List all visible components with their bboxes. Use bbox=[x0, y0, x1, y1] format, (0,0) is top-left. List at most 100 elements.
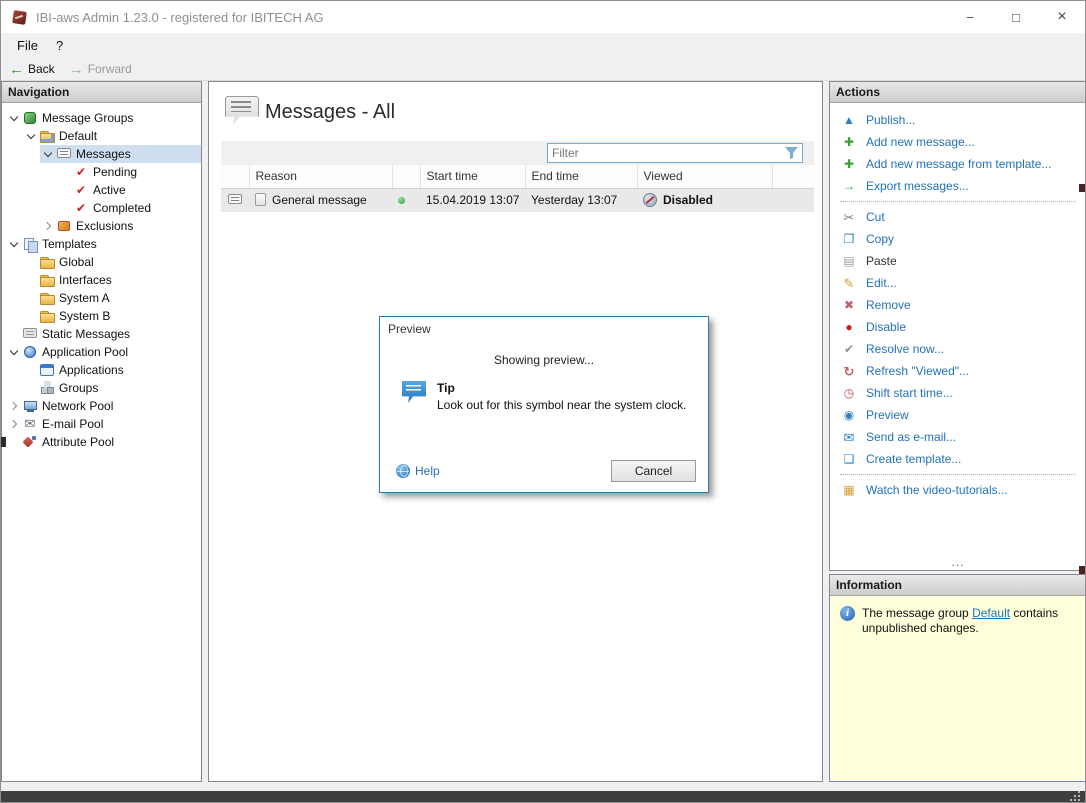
action-edit[interactable]: Edit... bbox=[830, 272, 1086, 294]
menu-help[interactable]: ? bbox=[47, 33, 72, 58]
tree-item-label: Interfaces bbox=[55, 273, 112, 287]
chevron-down-icon[interactable] bbox=[6, 236, 22, 252]
column-header-start-time[interactable]: Start time bbox=[420, 165, 525, 188]
tree-item-label: Global bbox=[55, 255, 94, 269]
back-button[interactable]: ← Back bbox=[9, 62, 55, 77]
tree-item-interfaces[interactable]: Interfaces bbox=[23, 271, 201, 289]
tree-item-label: Message Groups bbox=[38, 111, 133, 125]
action-paste[interactable]: Paste bbox=[830, 250, 1086, 272]
action-add-new-message-from-template[interactable]: Add new message from template... bbox=[830, 153, 1086, 175]
tree-item-label: System B bbox=[55, 309, 110, 323]
messages-table: Reason Start timeEnd timeViewed General m… bbox=[221, 165, 814, 212]
tree-item-e-mail-pool[interactable]: E-mail Pool bbox=[6, 415, 201, 433]
message-groups-icon bbox=[22, 110, 38, 126]
maximize-icon: □ bbox=[1012, 10, 1020, 25]
indent-spacer bbox=[57, 164, 73, 180]
video-tutorials-icon bbox=[841, 482, 857, 498]
tree-item-system-a[interactable]: System A bbox=[23, 289, 201, 307]
column-header-reason[interactable]: Reason bbox=[249, 165, 392, 188]
action-export-messages[interactable]: Export messages... bbox=[830, 175, 1086, 197]
title-bar: IBI-aws Admin 1.23.0 - registered for IB… bbox=[1, 1, 1085, 33]
tree-item-default[interactable]: Default bbox=[23, 127, 201, 145]
column-header-viewed[interactable]: Viewed bbox=[637, 165, 772, 188]
indent-spacer bbox=[23, 380, 39, 396]
column-header-blank[interactable] bbox=[221, 165, 249, 188]
chevron-down-icon[interactable] bbox=[23, 128, 39, 144]
action-add-new-message[interactable]: Add new message... bbox=[830, 131, 1086, 153]
tree-item-completed[interactable]: Completed bbox=[57, 199, 201, 217]
status-cell bbox=[392, 188, 420, 212]
action-watch-the-video-tutorials[interactable]: Watch the video-tutorials... bbox=[830, 479, 1086, 501]
add-from-template-icon bbox=[841, 156, 857, 172]
tree-item-messages[interactable]: Messages bbox=[40, 145, 201, 163]
filter-input[interactable] bbox=[552, 146, 785, 160]
tip-text: Look out for this symbol near the system… bbox=[437, 398, 686, 412]
tree-item-applications[interactable]: Applications bbox=[23, 361, 201, 379]
action-send-as-e-mail[interactable]: Send as e-mail... bbox=[830, 426, 1086, 448]
chevron-right-icon[interactable] bbox=[6, 398, 22, 414]
cancel-button[interactable]: Cancel bbox=[611, 460, 696, 482]
tree-item-pending[interactable]: Pending bbox=[57, 163, 201, 181]
filter-box bbox=[547, 143, 803, 163]
tree-item-label: E-mail Pool bbox=[38, 417, 103, 431]
tree-item-label: Default bbox=[55, 129, 97, 143]
tree-item-static-messages[interactable]: Static Messages bbox=[6, 325, 201, 343]
action-preview[interactable]: Preview bbox=[830, 404, 1086, 426]
tree-item-groups[interactable]: Groups bbox=[23, 379, 201, 397]
action-resolve-now[interactable]: Resolve now... bbox=[830, 338, 1086, 360]
tree-item-attribute-pool[interactable]: Attribute Pool bbox=[6, 433, 201, 451]
action-copy[interactable]: Copy bbox=[830, 228, 1086, 250]
action-label: Create template... bbox=[866, 452, 961, 466]
help-link[interactable]: Help bbox=[396, 464, 440, 478]
column-header-blank[interactable] bbox=[392, 165, 420, 188]
actions-overflow[interactable]: ... bbox=[830, 555, 1086, 569]
default-group-link[interactable]: Default bbox=[972, 606, 1010, 620]
chevron-right-icon[interactable] bbox=[40, 218, 56, 234]
indent-spacer bbox=[57, 182, 73, 198]
close-button[interactable]: × bbox=[1039, 1, 1085, 33]
action-create-template[interactable]: Create template... bbox=[830, 448, 1086, 470]
action-publish[interactable]: Publish... bbox=[830, 109, 1086, 131]
minimize-button[interactable]: − bbox=[947, 1, 993, 33]
menu-file[interactable]: File bbox=[8, 33, 47, 58]
tree-item-system-b[interactable]: System B bbox=[23, 307, 201, 325]
action-shift-start-time[interactable]: Shift start time... bbox=[830, 382, 1086, 404]
navigation-tree: Message Groups Default MessagesPendingActi… bbox=[2, 103, 201, 451]
action-disable[interactable]: Disable bbox=[830, 316, 1086, 338]
action-remove[interactable]: Remove bbox=[830, 294, 1086, 316]
indent-spacer bbox=[6, 326, 22, 342]
close-icon: × bbox=[1057, 8, 1066, 26]
dialog-title: Preview bbox=[380, 317, 708, 336]
chevron-down-icon[interactable] bbox=[40, 146, 56, 162]
tree-item-active[interactable]: Active bbox=[57, 181, 201, 199]
back-label: Back bbox=[28, 62, 55, 76]
maximize-button[interactable]: □ bbox=[993, 1, 1039, 33]
action-refresh-viewed[interactable]: Refresh "Viewed"... bbox=[830, 360, 1086, 382]
resize-grip-icon[interactable] bbox=[1078, 799, 1080, 801]
check-red-icon bbox=[73, 182, 89, 198]
filter-funnel-icon[interactable] bbox=[785, 147, 798, 159]
add-message-icon bbox=[841, 134, 857, 150]
tree-item-exclusions[interactable]: Exclusions bbox=[40, 217, 201, 235]
chevron-down-icon[interactable] bbox=[6, 110, 22, 126]
chevron-down-icon[interactable] bbox=[6, 344, 22, 360]
tree-item-application-pool[interactable]: Application Pool bbox=[6, 343, 201, 361]
tree-item-network-pool[interactable]: Network Pool bbox=[6, 397, 201, 415]
message-row[interactable]: General message15.04.2019 13:07Yesterday… bbox=[221, 188, 814, 212]
tree-item-message-groups[interactable]: Message Groups bbox=[6, 109, 201, 127]
splitter-marker bbox=[1079, 184, 1086, 192]
indent-spacer bbox=[23, 308, 39, 324]
tree-item-templates[interactable]: Templates bbox=[6, 235, 201, 253]
shift-start-time-icon bbox=[841, 385, 857, 401]
filter-strip bbox=[221, 141, 814, 165]
active-status-dot-icon bbox=[398, 197, 405, 204]
reason-cell: General message bbox=[249, 188, 392, 212]
action-cut[interactable]: Cut bbox=[830, 206, 1086, 228]
tree-item-global[interactable]: Global bbox=[23, 253, 201, 271]
column-header-end-time[interactable]: End time bbox=[525, 165, 637, 188]
forward-button[interactable]: → Forward bbox=[69, 62, 132, 77]
action-label: Edit... bbox=[866, 276, 897, 290]
column-header-blank[interactable] bbox=[772, 165, 814, 188]
indent-spacer bbox=[23, 272, 39, 288]
chevron-right-icon[interactable] bbox=[6, 416, 22, 432]
